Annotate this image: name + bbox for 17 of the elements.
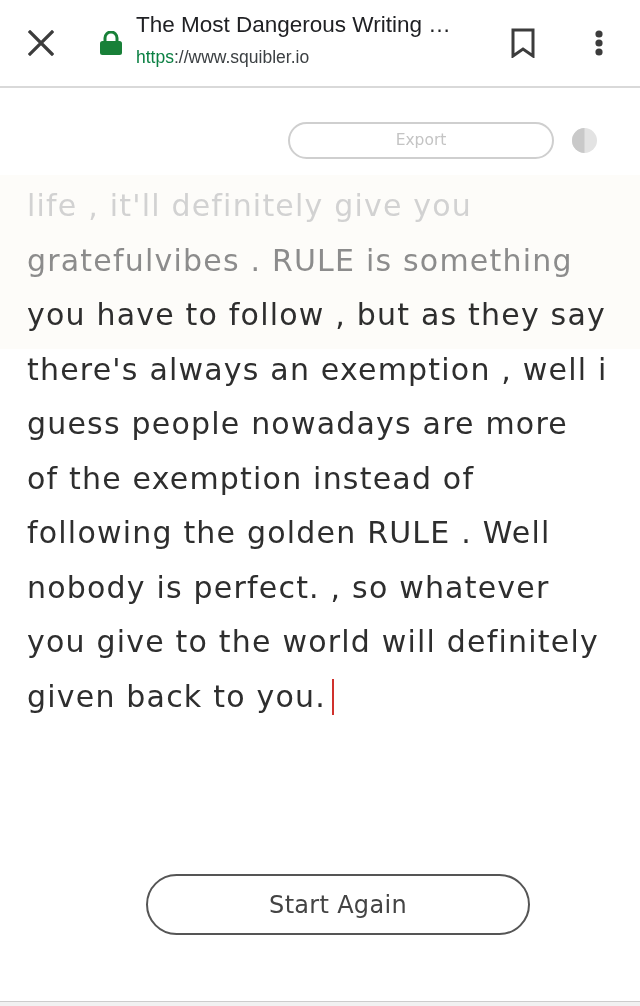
page-title: The Most Dangerous Writing …: [136, 10, 452, 38]
lock-icon: [100, 31, 122, 55]
text-line: you give to the world will definitely: [27, 623, 599, 661]
text-line: following the golden RULE . Well: [27, 514, 551, 552]
bookmark-icon[interactable]: [511, 28, 535, 58]
url-text[interactable]: https://www.squibler.io: [136, 45, 511, 68]
text-line: guess people nowadays are more: [27, 405, 568, 443]
text-line: there's always an exemption , well i: [27, 350, 608, 389]
close-icon[interactable]: [28, 30, 54, 56]
text-line: given back to you.: [27, 677, 326, 716]
text-line: gratefulvibes . RULE is something: [27, 241, 573, 280]
start-again-button[interactable]: Start Again: [146, 874, 530, 935]
text-line: of the exemption instead of: [27, 459, 475, 498]
text-line: nobody is perfect. , so whatever: [27, 568, 550, 607]
menu-icon[interactable]: [595, 30, 603, 56]
text-cursor-icon: [331, 678, 334, 715]
text-line: you have to follow , but as they say: [27, 296, 606, 334]
